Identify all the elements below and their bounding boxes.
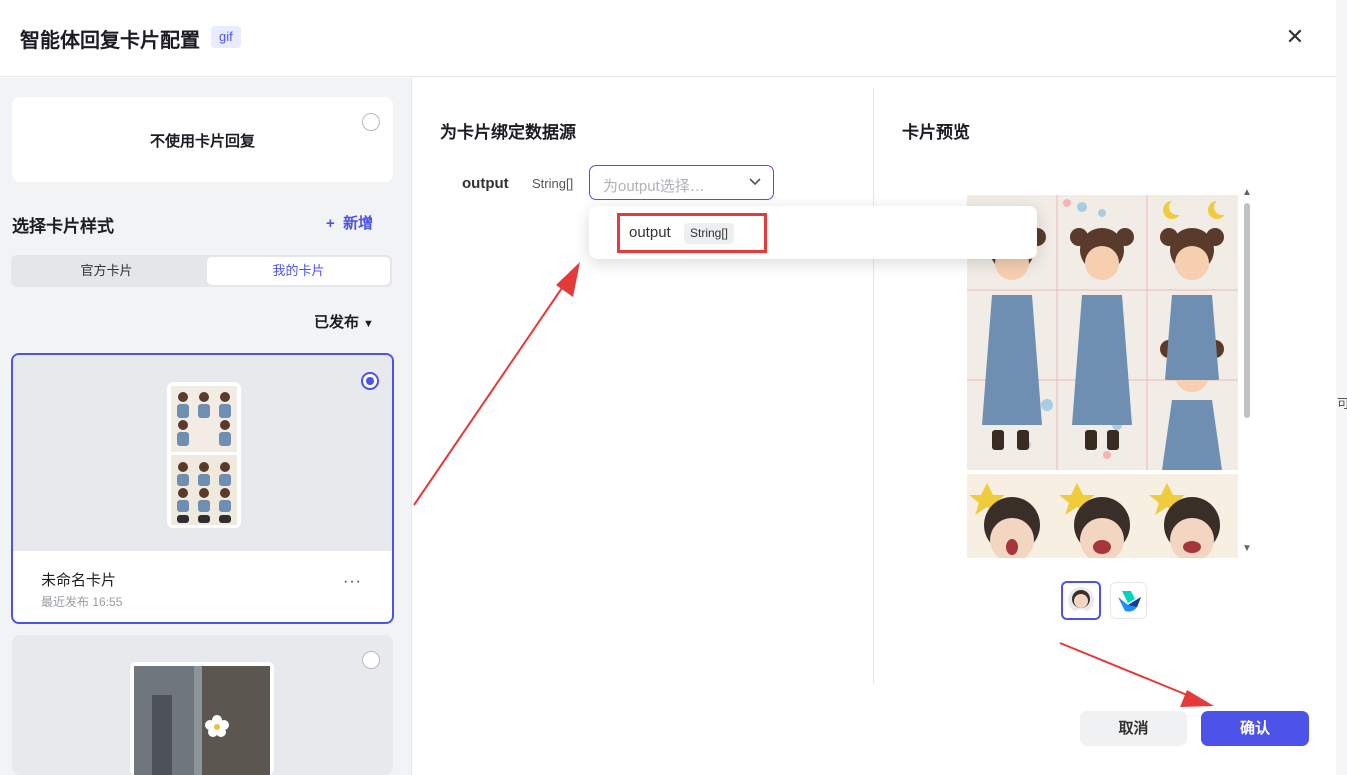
select-placeholder: 为output选择… bbox=[603, 178, 705, 195]
section-title: 选择卡片样式 bbox=[12, 217, 114, 236]
binding-title: 为卡片绑定数据源 bbox=[440, 123, 576, 142]
chevron-down-icon bbox=[749, 178, 761, 186]
confirm-button[interactable]: 确认 bbox=[1201, 711, 1309, 746]
panel-divider bbox=[873, 88, 874, 684]
field-type: String[] bbox=[532, 176, 574, 191]
dialog-header: 智能体回复卡片配置 gif ✕ bbox=[0, 0, 1336, 77]
data-binding-panel: 为卡片绑定数据源 output String[] 为output选择… outp… bbox=[413, 78, 1037, 684]
scroll-up-icon[interactable]: ▲ bbox=[1242, 187, 1252, 198]
card-radio-selected[interactable] bbox=[361, 372, 379, 390]
background-text: 可 bbox=[1337, 396, 1347, 411]
card-style-panel: 不使用卡片回复 选择卡片样式 + 新增 官方卡片 我的卡片 已发布 ▼ 未命名卡… bbox=[0, 78, 412, 775]
option-name: output bbox=[629, 224, 671, 241]
card-thumbnail-area bbox=[13, 355, 392, 551]
card-publish-time: 最近发布 16:55 bbox=[41, 595, 123, 609]
card-source-tabs: 官方卡片 我的卡片 bbox=[11, 255, 392, 287]
scrollbar-thumb[interactable] bbox=[1244, 203, 1250, 418]
more-options-icon[interactable]: ··· bbox=[343, 573, 362, 591]
scroll-down-icon[interactable]: ▼ bbox=[1242, 543, 1252, 554]
datasource-select[interactable]: 为output选择… bbox=[589, 165, 774, 200]
background-page: 可 bbox=[1336, 0, 1347, 775]
card-name: 未命名卡片 bbox=[41, 572, 117, 589]
datasource-dropdown: output String[] bbox=[589, 206, 1037, 259]
add-label: 新增 bbox=[343, 215, 374, 232]
card-item[interactable] bbox=[12, 635, 393, 775]
add-card-button[interactable]: + 新增 bbox=[326, 212, 373, 233]
option-type-badge: String[] bbox=[684, 223, 735, 244]
card-radio[interactable] bbox=[362, 651, 380, 669]
filter-label: 已发布 bbox=[314, 314, 360, 331]
card-thumbnail-image bbox=[130, 662, 274, 775]
tab-official-cards[interactable]: 官方卡片 bbox=[15, 257, 198, 285]
preview-scrollbar[interactable]: ▲ ▼ bbox=[1240, 187, 1254, 557]
no-card-option[interactable]: 不使用卡片回复 bbox=[12, 97, 393, 182]
card-config-dialog: 智能体回复卡片配置 gif ✕ 不使用卡片回复 选择卡片样式 + 新增 官方卡片… bbox=[0, 0, 1336, 775]
format-tag: gif bbox=[211, 26, 241, 48]
dropdown-option-output[interactable]: output String[] bbox=[617, 213, 767, 253]
tab-my-cards[interactable]: 我的卡片 bbox=[207, 257, 390, 285]
field-name: output bbox=[462, 175, 509, 192]
avatar-icon bbox=[1068, 587, 1094, 614]
no-card-label: 不使用卡片回复 bbox=[149, 133, 255, 150]
dialog-title: 智能体回复卡片配置 bbox=[20, 30, 200, 52]
preview-title: 卡片预览 bbox=[902, 123, 970, 142]
channel-lark-button[interactable] bbox=[1110, 582, 1147, 619]
publish-filter-dropdown[interactable]: 已发布 ▼ bbox=[314, 311, 374, 332]
no-card-radio[interactable] bbox=[362, 113, 380, 131]
card-thumbnail-image bbox=[167, 382, 241, 528]
card-item-selected[interactable]: 未命名卡片 最近发布 16:55 ··· bbox=[11, 353, 394, 624]
lark-logo-icon bbox=[1118, 591, 1141, 612]
channel-avatar-button[interactable] bbox=[1061, 581, 1101, 620]
close-icon[interactable]: ✕ bbox=[1282, 24, 1308, 50]
caret-down-icon: ▼ bbox=[363, 318, 374, 330]
plus-icon: + bbox=[326, 215, 335, 232]
cancel-button[interactable]: 取消 bbox=[1080, 711, 1187, 746]
